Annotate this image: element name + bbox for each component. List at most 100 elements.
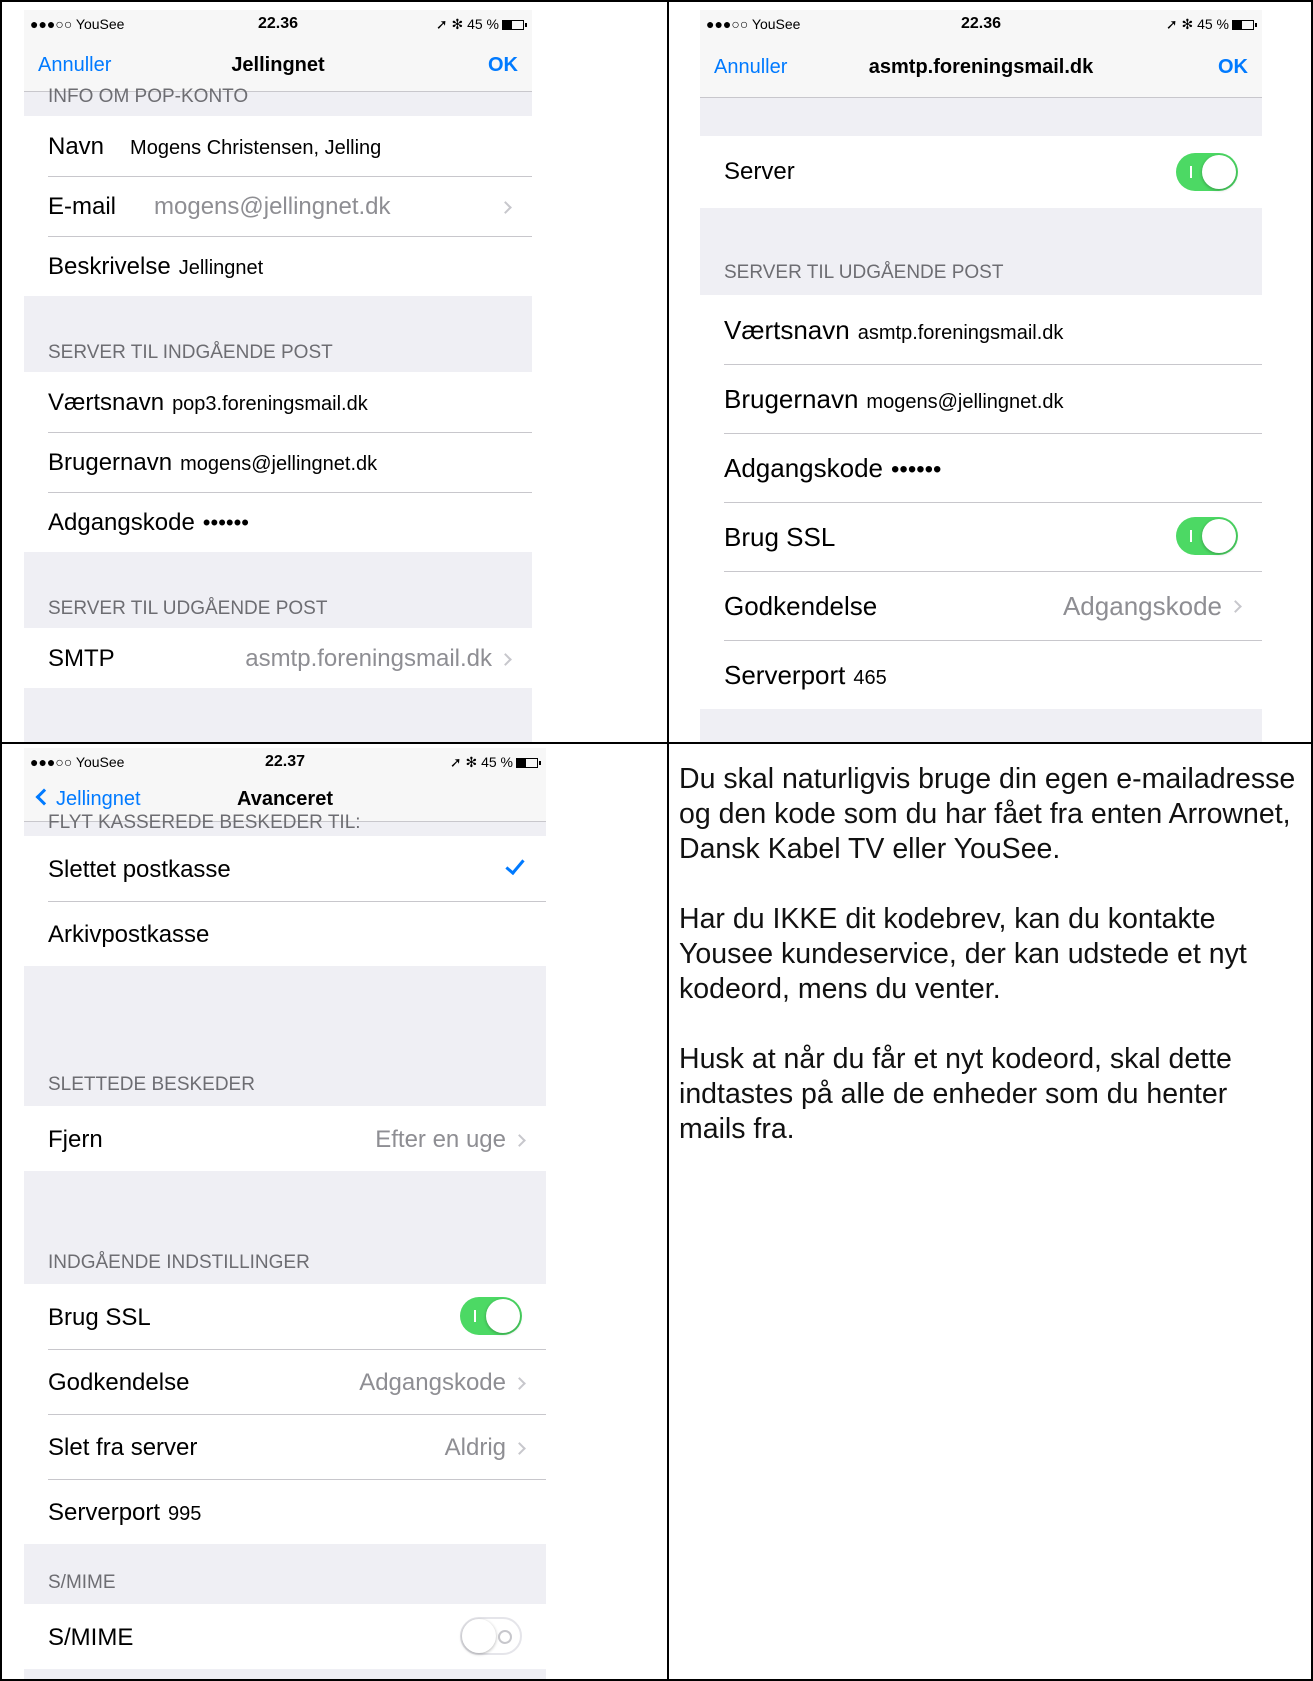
instructions-text: Du skal naturligvis bruge din egen e-mai… [679,762,1301,1182]
nav-title: asmtp.foreningsmail.dk [868,56,1094,78]
chevron-right-icon [499,653,512,666]
hostname-label: Værtsnavn [48,389,165,416]
password-label: Adgangskode [48,509,195,536]
auth-value: Adgangskode [359,1369,506,1396]
port-value[interactable]: 465 [853,667,886,689]
section-header-incoming: SERVER TIL INDGÅENDE POST [48,342,333,363]
chevron-right-icon [499,201,512,214]
battery-icon [1232,20,1257,30]
account-info-group: Navn Mogens Christensen, Jelling E-mail m… [24,116,532,296]
cell-smtp-server: ●●●○○ YouSee 22.36 ➚ ✻ 45 % Annuller asm… [667,0,1313,744]
section-header-move: FLYT KASSEREDE BESKEDER TIL: [48,812,361,833]
hostname-value[interactable]: pop3.foreningsmail.dk [172,393,368,415]
password-value[interactable]: •••••• [891,456,941,483]
battery-indicator: ➚ ✻ 45 % [449,754,541,771]
checkmark-icon [505,854,525,876]
instruction-paragraph-2: Har du IKKE dit kodebrev, kan du kontakt… [679,903,1247,1005]
deleted-mailbox-label: Slettet postkasse [48,856,231,883]
password-label: Adgangskode [724,453,884,483]
username-label: Brugernavn [724,384,859,414]
port-row[interactable]: Serverport 995 [24,1479,546,1544]
auth-row[interactable]: Godkendelse Adgangskode [700,571,1262,640]
section-header-info: INFO OM POP-KONTO [48,86,249,107]
chevron-right-icon [513,1442,526,1455]
battery-icon [502,20,527,30]
archive-mailbox-row[interactable]: Arkivpostkasse [24,901,546,966]
hostname-row[interactable]: Værtsnavn asmtp.foreningsmail.dk [700,295,1262,364]
battery-icon [516,758,541,768]
server-label: Server [724,158,795,185]
deleted-messages-group: Fjern Efter en uge [24,1106,546,1171]
username-row[interactable]: Brugernavn mogens@jellingnet.dk [700,364,1262,433]
delete-from-server-row[interactable]: Slet fra server Aldrig [24,1414,546,1479]
smime-toggle[interactable] [460,1617,522,1655]
smime-label: S/MIME [48,1624,134,1651]
smime-row: S/MIME [24,1604,546,1669]
instruction-paragraph-1: Du skal naturligvis bruge din egen e-mai… [679,763,1296,865]
cell-instructions: Du skal naturligvis bruge din egen e-mai… [667,742,1313,1681]
ssl-label: Brug SSL [48,1304,151,1331]
deleted-mailbox-row[interactable]: Slettet postkasse [24,836,546,901]
server-toggle[interactable] [1176,153,1238,191]
port-label: Serverport [48,1499,161,1526]
password-row[interactable]: Adgangskode •••••• [700,433,1262,502]
smtp-row[interactable]: SMTP asmtp.foreningsmail.dk [24,628,532,688]
ssl-row: Brug SSL [24,1284,546,1349]
status-bar: ●●●○○ YouSee 22.36 ➚ ✻ 45 % [24,10,532,38]
incoming-settings-group: Brug SSL Godkendelse Adgangskode Slet fr… [24,1284,546,1544]
name-label: Navn [48,133,105,160]
nav-title: Jellingnet [231,54,325,76]
chevron-right-icon [1229,600,1242,613]
battery-label: ➚ ✻ 45 % [435,16,499,32]
port-row[interactable]: Serverport 465 [700,640,1262,709]
username-row[interactable]: Brugernavn mogens@jellingnet.dk [24,432,532,492]
auth-row[interactable]: Godkendelse Adgangskode [24,1349,546,1414]
remove-row[interactable]: Fjern Efter en uge [24,1106,546,1171]
username-label: Brugernavn [48,449,173,476]
incoming-server-group: Værtsnavn pop3.foreningsmail.dk Brugernav… [24,372,532,552]
battery-label: ➚ ✻ 45 % [449,754,513,770]
cell-pop-account: ●●●○○ YouSee 22.36 ➚ ✻ 45 % Annuller Jel… [0,0,669,744]
section-header-incoming: INDGÅENDE INDSTILLINGER [48,1252,310,1273]
password-row[interactable]: Adgangskode •••••• [24,492,532,552]
server-toggle-group: Server [700,136,1262,208]
screenshot-smtp-server: ●●●○○ YouSee 22.36 ➚ ✻ 45 % Annuller asm… [700,10,1262,742]
description-value[interactable]: Jellingnet [179,257,264,279]
password-value[interactable]: •••••• [203,510,249,535]
cell-advanced: ●●●○○ YouSee 22.37 ➚ ✻ 45 % Jellingnet A… [0,742,669,1681]
server-row: Server [700,136,1262,208]
delete-from-server-label: Slet fra server [48,1434,198,1461]
name-row[interactable]: Navn Mogens Christensen, Jelling [24,116,532,176]
username-value[interactable]: mogens@jellingnet.dk [180,453,377,475]
chevron-right-icon [513,1377,526,1390]
description-row[interactable]: Beskrivelse Jellingnet [24,236,532,296]
email-row[interactable]: E-mail mogens@jellingnet.dk [24,176,532,236]
delete-from-server-value: Aldrig [444,1434,506,1461]
screenshot-advanced: ●●●○○ YouSee 22.37 ➚ ✻ 45 % Jellingnet A… [24,748,546,1679]
move-discarded-group: Slettet postkasse Arkivpostkasse [24,836,546,966]
name-value[interactable]: Mogens Christensen, Jelling [130,137,381,159]
remove-value: Efter en uge [375,1126,506,1153]
section-header-deleted: SLETTEDE BESKEDER [48,1074,255,1095]
description-label: Beskrivelse [48,253,171,280]
outgoing-server-group: SMTP asmtp.foreningsmail.dk [24,628,532,688]
username-value[interactable]: mogens@jellingnet.dk [866,391,1063,413]
ssl-toggle[interactable] [1176,517,1238,555]
screenshot-pop-account: ●●●○○ YouSee 22.36 ➚ ✻ 45 % Annuller Jel… [24,10,532,742]
section-header-smime: S/MIME [48,1572,116,1593]
ok-button[interactable]: OK [1218,56,1248,79]
section-header-outgoing: SERVER TIL UDGÅENDE POST [48,598,328,619]
port-value[interactable]: 995 [168,1503,201,1525]
auth-label: Godkendelse [724,591,878,621]
smtp-value: asmtp.foreningsmail.dk [245,645,492,672]
section-header-outgoing: SERVER TIL UDGÅENDE POST [724,262,1004,283]
hostname-row[interactable]: Værtsnavn pop3.foreningsmail.dk [24,372,532,432]
ssl-row: Brug SSL [700,502,1262,571]
remove-label: Fjern [48,1126,103,1153]
status-bar: ●●●○○ YouSee 22.37 ➚ ✻ 45 % [24,748,546,776]
hostname-value[interactable]: asmtp.foreningsmail.dk [858,322,1064,344]
outgoing-server-group: Værtsnavn asmtp.foreningsmail.dk Brugerna… [700,295,1262,709]
ok-button[interactable]: OK [488,54,518,77]
nav-title: Avanceret [237,788,333,810]
ssl-toggle[interactable] [460,1297,522,1335]
